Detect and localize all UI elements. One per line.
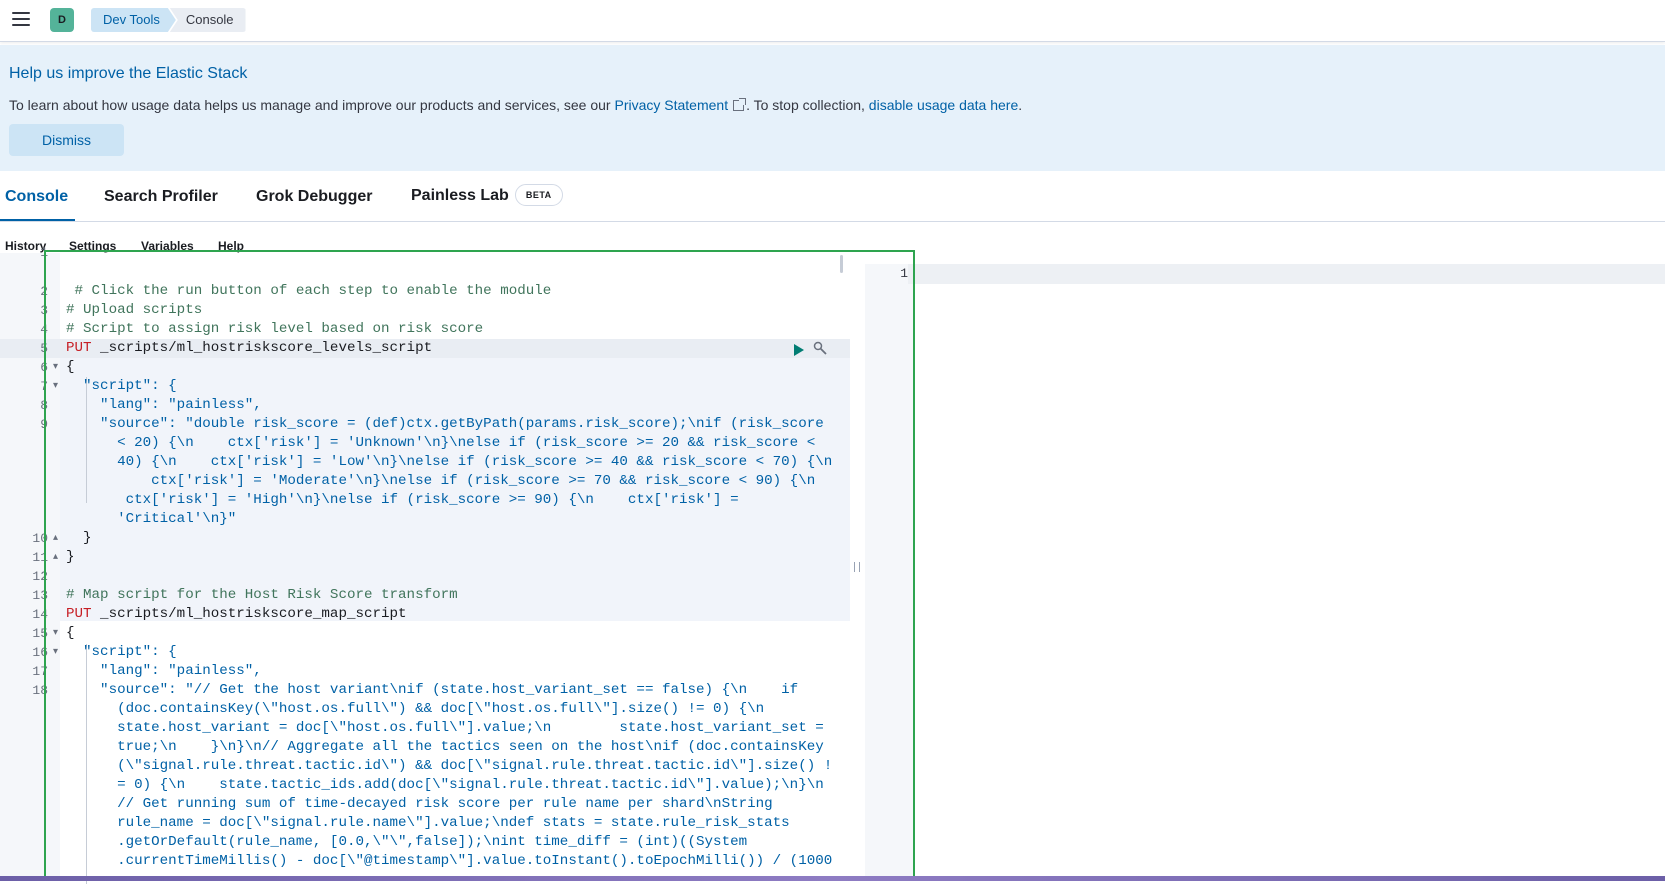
request-editor[interactable]: 1 2 # Click the run button of each step … (0, 245, 850, 884)
line-number: 3 (40, 303, 48, 318)
code-text: { (66, 625, 75, 641)
code-text: .getOrDefault(rule_name, [0.0,\"\",false… (66, 834, 748, 850)
line-number: 8 (40, 398, 48, 413)
fold-toggle-icon[interactable]: ▾ (53, 643, 58, 662)
code-text: (\"signal.rule.threat.tactic.id\") && do… (66, 758, 833, 774)
code-text: } (66, 530, 92, 546)
line-number: 6 (40, 360, 48, 375)
tab-search-profiler[interactable]: Search Profiler (104, 188, 218, 206)
line-number: 18 (32, 683, 48, 698)
menu-variables[interactable]: Variables (141, 239, 194, 253)
code-text: } (66, 549, 75, 565)
line-number: 4 (40, 322, 48, 337)
line-number: 12 (32, 569, 48, 584)
code-request-line: PUT _scripts/ml_hostriskscore_map_script (66, 605, 407, 624)
active-tab-indicator (0, 219, 75, 221)
telemetry-callout: Help us improve the Elastic Stack To lea… (0, 45, 1665, 171)
tab-grok-debugger[interactable]: Grok Debugger (256, 188, 372, 206)
line-number: 7 (40, 379, 48, 394)
response-panel: 1 (865, 264, 1665, 881)
line-number: 14 (32, 607, 48, 622)
code-text: "lang": "painless", (66, 663, 262, 679)
line-number: 15 (32, 626, 48, 641)
code-text: .currentTimeMillis() - doc[\"@timestamp\… (66, 853, 833, 869)
line-number: 11 (32, 550, 48, 565)
code-text: state.host_variant = doc[\"host.os.full\… (66, 720, 824, 736)
code-comment: # Map script for the Host Risk Score tra… (66, 587, 458, 603)
request-path: _scripts/ml_hostriskscore_levels_script (91, 340, 433, 356)
code-text: // Get running sum of time-decayed risk … (66, 796, 773, 812)
output-line-number: 1 (865, 264, 908, 284)
callout-text-middle: . To stop collection, (746, 97, 869, 113)
line-number: 13 (32, 588, 48, 603)
space-avatar[interactable]: D (50, 8, 74, 32)
callout-title: Help us improve the Elastic Stack (9, 65, 248, 82)
editor-code: 1 2 # Click the run button of each step … (0, 245, 850, 881)
code-text: "lang": "painless", (66, 397, 262, 413)
disable-usage-data-link[interactable]: disable usage data here (869, 97, 1018, 113)
code-text: { (66, 359, 75, 375)
callout-text: To learn about how usage data helps us m… (9, 97, 1022, 113)
line-number: 5 (40, 341, 48, 356)
line-number: 9 (40, 417, 48, 432)
output-active-line (865, 264, 1665, 284)
code-text: < 20) {\n ctx['risk'] = 'Unknown'\n}\nel… (66, 435, 816, 451)
breadcrumb: Dev Tools Console (91, 8, 246, 32)
breadcrumb-console: Console (169, 8, 246, 32)
hamburger-menu-icon[interactable] (12, 12, 30, 28)
bottom-bar (0, 876, 1665, 881)
code-text: ctx['risk'] = 'High'\n}\nelse if (risk_s… (66, 492, 739, 508)
tab-console[interactable]: Console (5, 188, 68, 206)
line-number: 16 (32, 645, 48, 660)
fold-toggle-icon[interactable]: ▴ (53, 529, 58, 548)
privacy-statement-link[interactable]: Privacy Statement (614, 97, 728, 113)
code-comment: # Script to assign risk level based on r… (66, 321, 484, 337)
code-comment: # Click the run button of each step to e… (66, 283, 552, 299)
top-header: D Dev Tools Console (0, 0, 1665, 42)
code-comment: # Upload scripts (66, 302, 203, 318)
callout-text-after: . (1018, 97, 1023, 113)
code-text: = 0) {\n state.tactic_ids.add(doc[\"sign… (66, 777, 824, 793)
code-text: "script": { (66, 378, 177, 394)
code-text: 40) {\n ctx['risk'] = 'Low'\n}\nelse if … (66, 454, 833, 470)
code-text: 'Critical'\n}" (66, 511, 237, 527)
fold-toggle-icon[interactable]: ▾ (53, 358, 58, 377)
code-text: rule_name = doc[\"signal.rule.name\"].va… (66, 815, 790, 831)
beta-badge: BETA (514, 184, 563, 206)
request-path: _scripts/ml_hostriskscore_map_script (91, 606, 407, 622)
line-number: 2 (40, 284, 48, 299)
breadcrumb-dev-tools[interactable]: Dev Tools (91, 8, 176, 32)
tab-painless-lab[interactable]: Painless Lab BETA (411, 184, 563, 206)
external-link-icon (733, 98, 747, 111)
dev-tools-tabs: Console Search Profiler Grok Debugger Pa… (0, 173, 1665, 222)
run-request-icon[interactable] (794, 344, 804, 356)
output-gutter (865, 284, 913, 881)
code-text: true;\n }\n}\n// Aggregate all the tacti… (66, 739, 824, 755)
panel-resize-handle[interactable] (854, 562, 860, 572)
dismiss-button[interactable]: Dismiss (9, 124, 124, 156)
http-method: PUT (66, 340, 92, 356)
code-text: "source": "// Get the host variant\nif (… (66, 682, 799, 698)
wrench-icon[interactable] (812, 340, 828, 356)
http-method: PUT (66, 606, 92, 622)
menu-settings[interactable]: Settings (69, 239, 116, 253)
line-number: 1 (40, 245, 48, 260)
code-text: "source": "double risk_score = (def)ctx.… (66, 416, 824, 432)
code-request-line: PUT _scripts/ml_hostriskscore_levels_scr… (66, 339, 432, 358)
fold-toggle-icon[interactable]: ▾ (53, 377, 58, 396)
code-text: ctx['risk'] = 'Moderate'\n}\nelse if (ri… (66, 473, 816, 489)
fold-toggle-icon[interactable]: ▾ (53, 624, 58, 643)
line-number: 10 (32, 531, 48, 546)
menu-help[interactable]: Help (218, 239, 244, 253)
line-number: 17 (32, 664, 48, 679)
fold-toggle-icon[interactable]: ▴ (53, 548, 58, 567)
code-text: (doc.containsKey(\"host.os.full\") && do… (66, 701, 765, 717)
tab-painless-lab-label: Painless Lab (411, 187, 509, 204)
callout-text-before: To learn about how usage data helps us m… (9, 97, 615, 113)
code-text: "script": { (66, 644, 177, 660)
